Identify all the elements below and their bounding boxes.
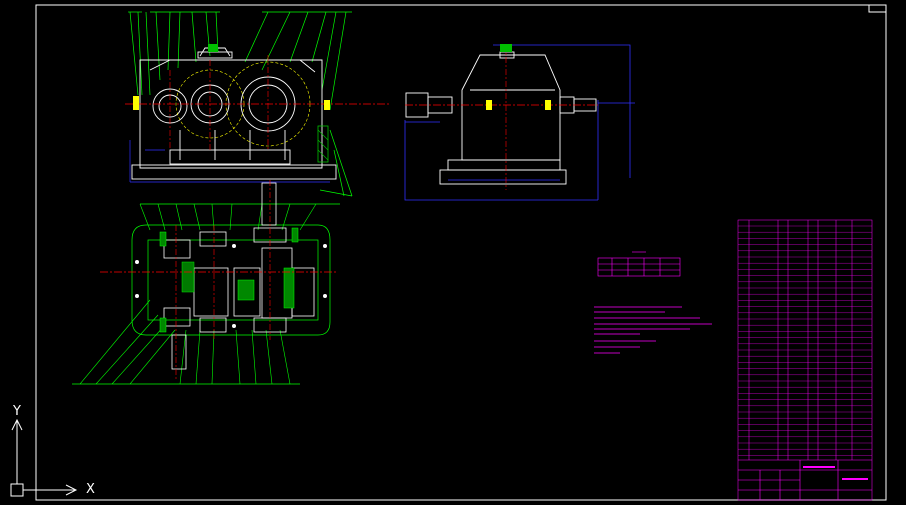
front-view-hatch <box>133 44 330 163</box>
front-view-dimensions <box>129 140 330 183</box>
front-view-housing <box>131 47 337 180</box>
section-view-leaders <box>79 203 317 385</box>
ucs-x-label: X <box>86 482 95 497</box>
ucs-y-label: Y <box>13 404 21 419</box>
side-view-marker-2 <box>545 100 551 110</box>
parts-list <box>737 219 873 501</box>
drawing-frame <box>35 4 887 501</box>
section-view-hatching <box>159 227 299 333</box>
side-view-dimensions <box>404 44 635 201</box>
ucs-icon <box>10 418 78 497</box>
section-view <box>72 180 340 385</box>
front-view <box>125 11 390 197</box>
spec-table <box>597 251 681 277</box>
side-view-housing <box>405 51 597 185</box>
title-block <box>738 459 872 500</box>
section-view-outline <box>72 203 340 385</box>
side-view-breather <box>500 44 512 52</box>
side-view <box>404 44 635 201</box>
technical-requirements <box>594 306 712 354</box>
side-view-marker-1 <box>486 100 492 110</box>
cad-drawing-canvas[interactable] <box>0 0 906 505</box>
